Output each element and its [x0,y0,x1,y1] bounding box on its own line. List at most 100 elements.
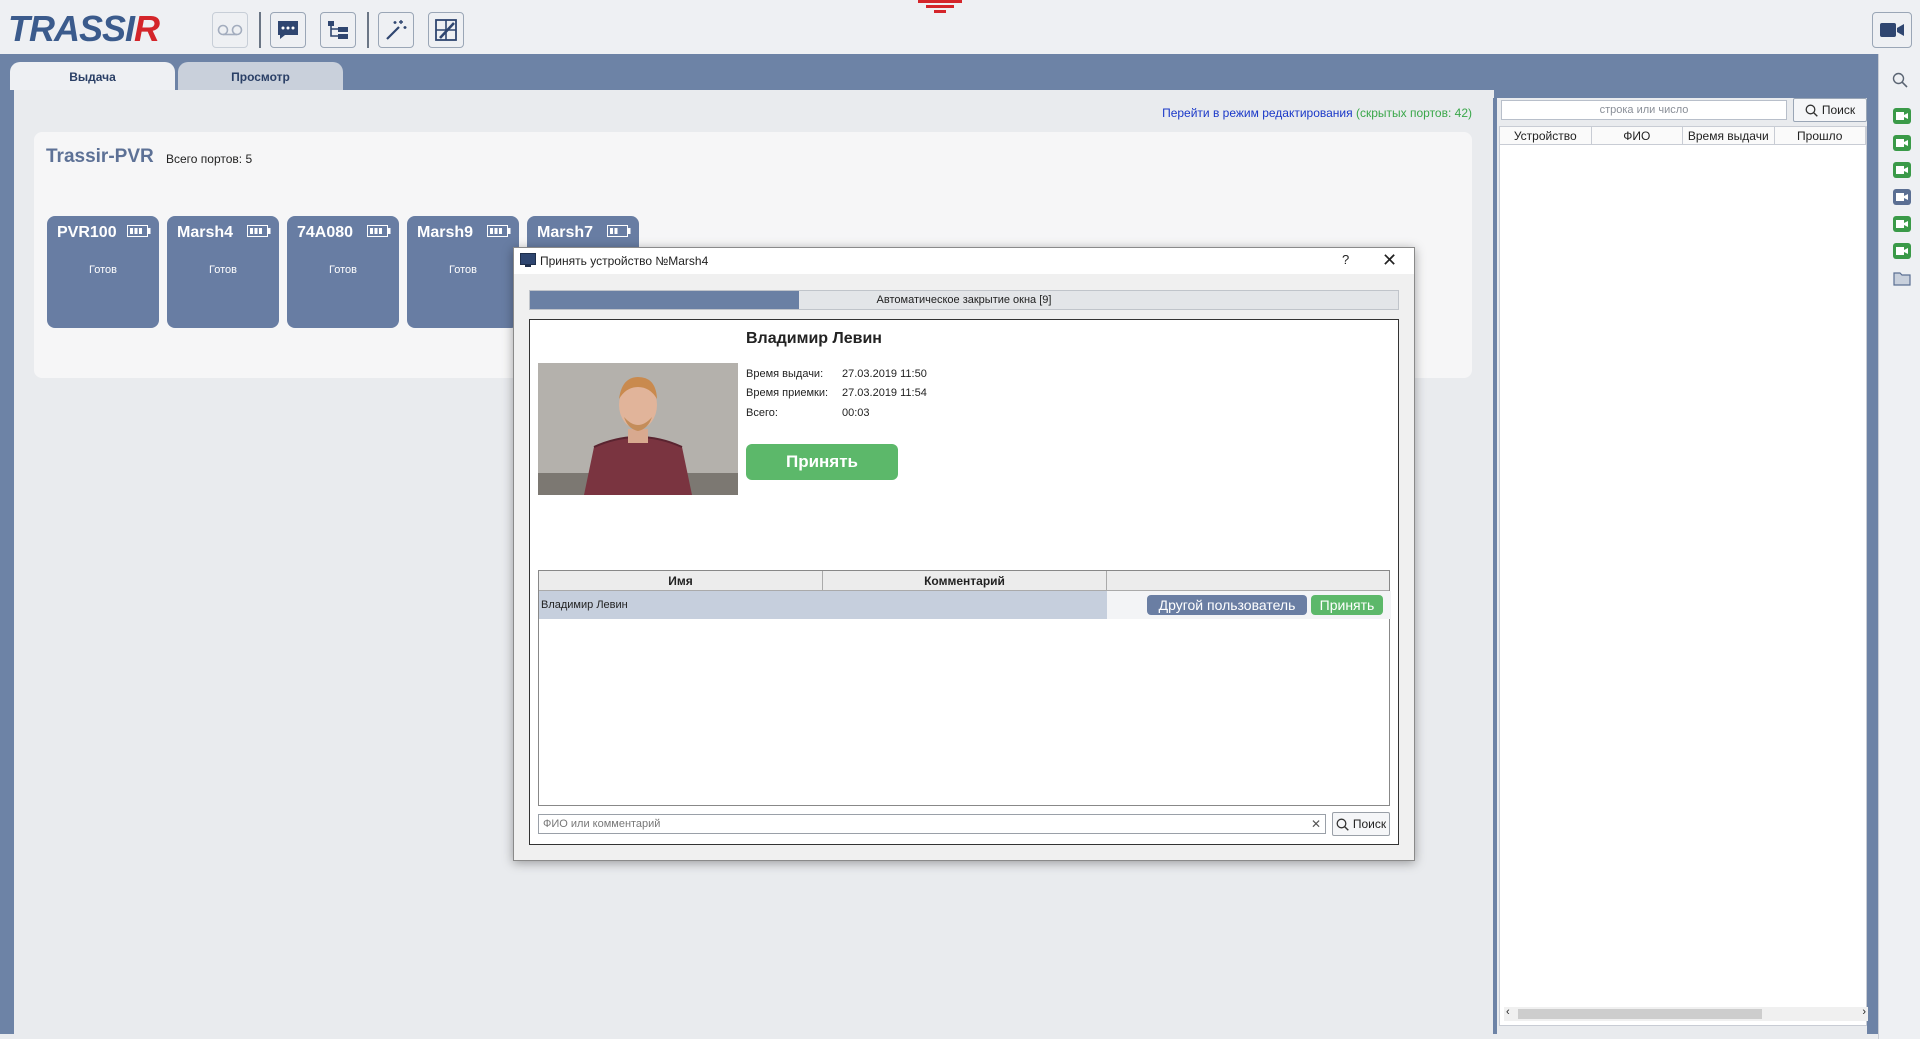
close-icon[interactable]: ✕ [1382,250,1397,271]
tree-icon [328,21,348,39]
tab-issue[interactable]: Выдача [10,62,175,92]
other-user-button[interactable]: Другой пользователь [1147,595,1307,615]
port-status: Готов [449,264,477,276]
camera-status-icon[interactable] [1893,108,1911,124]
column-header-issue-time[interactable]: Время выдачи [1683,127,1775,144]
user-search-placeholder: ФИО или комментарий [543,818,661,830]
video-camera-icon [1880,23,1904,37]
edit-mode-link-text[interactable]: Перейти в режим редактирования [1162,106,1353,120]
messages-button[interactable] [270,12,306,48]
port-tile[interactable]: Marsh4 Готов [167,216,279,328]
column-header-elapsed[interactable]: Прошло [1775,127,1866,144]
issued-table-header: Устройство ФИО Время выдачи Прошло [1500,127,1866,145]
row-user-name: Владимир Левин [541,599,628,611]
logo-text: TRASSI [8,8,135,49]
chat-icon [278,21,298,39]
port-status: Готов [209,264,237,276]
battery-icon [367,225,391,237]
dialog-title: Принять устройство №Marsh4 [540,254,709,268]
auto-close-text: Автоматическое закрытие окна [9] [876,294,1052,306]
magic-wand-icon [386,20,407,40]
port-name: Marsh7 [537,224,594,241]
port-tile[interactable]: 74A080 Готов [287,216,399,328]
battery-icon [127,225,151,237]
search-icon[interactable] [1892,72,1908,88]
users-table: Имя Комментарий Владимир Левин Другой по… [538,570,1391,806]
issued-devices-table: Устройство ФИО Время выдачи Прошло ‹ › [1499,126,1868,1026]
total-time-label: Всего: [746,407,778,419]
alarm-indicator-icon[interactable] [918,0,962,19]
port-tile[interactable]: PVR100 Готов [47,216,159,328]
hidden-ports-count: (скрытых портов: 42) [1355,106,1472,120]
scroll-right-icon[interactable]: › [1862,1006,1866,1018]
user-search-button[interactable]: Поиск [1332,812,1390,836]
monitor-icon [520,253,536,267]
search-icon [1336,818,1349,831]
voicemail-icon [217,24,243,36]
cameras-button[interactable] [1872,12,1912,48]
tab-view[interactable]: Просмотр [178,62,343,92]
port-name: PVR100 [57,224,117,241]
accept-time-value: 27.03.2019 11:54 [842,387,927,399]
user-search-label: Поиск [1352,817,1387,831]
layout-editor-button[interactable] [428,12,464,48]
accept-button[interactable]: Принять [746,444,898,480]
wizard-button[interactable] [378,12,414,48]
camera-status-icon[interactable] [1893,162,1911,178]
device-tree-button[interactable] [320,12,356,48]
layout-edit-icon [435,19,457,41]
column-header-name[interactable]: Имя [539,571,823,590]
battery-icon [247,225,271,237]
camera-status-icon[interactable] [1893,243,1911,259]
battery-icon [487,225,511,237]
user-photo [538,363,738,495]
accept-device-dialog: Принять устройство №Marsh4 ? ✕ Автоматич… [513,247,1415,861]
dialog-body: Владимир Левин Время выдачи: 27.03.2019 … [529,319,1399,845]
table-row[interactable]: Владимир Левин Другой пользователь Приня… [539,591,1391,619]
help-button[interactable]: ? [1342,252,1349,267]
issued-devices-panel: строка или число Поиск Устройство ФИО Вр… [1493,98,1868,1034]
camera-status-icon[interactable] [1893,216,1911,232]
user-name-heading: Владимир Левин [746,330,882,347]
dialog-titlebar[interactable]: Принять устройство №Marsh4 ? ✕ [514,248,1414,274]
horizontal-scrollbar[interactable]: ‹ › [1504,1006,1868,1021]
search-icon [1805,104,1818,117]
scroll-left-icon[interactable]: ‹ [1506,1006,1510,1018]
issue-time-value: 27.03.2019 11:50 [842,368,927,380]
row-accept-button[interactable]: Принять [1311,595,1383,615]
toolbar-divider [367,12,369,48]
port-name: Marsh9 [417,224,474,241]
pvr-title: Trassir-PVR [46,146,154,167]
port-name: 74A080 [297,224,354,241]
issued-search-input[interactable]: строка или число [1501,100,1787,120]
trassir-logo: TRASSIR [8,8,160,49]
auto-close-progress: Автоматическое закрытие окна [9] [529,290,1399,310]
column-header-comment[interactable]: Комментарий [823,571,1107,590]
toolbar-divider [259,12,261,48]
column-header-device[interactable]: Устройство [1500,127,1592,144]
column-header-actions [1107,571,1389,590]
top-toolbar: TRASSIR [0,0,1920,54]
total-time-value: 00:03 [842,407,870,419]
port-status: Готов [329,264,357,276]
column-header-name[interactable]: ФИО [1592,127,1683,144]
voicemail-button[interactable] [212,12,248,48]
scrollbar-thumb[interactable] [1518,1009,1762,1019]
camera-status-icon[interactable] [1893,135,1911,151]
issued-search-label: Поиск [1821,103,1856,117]
right-sidebar [1878,54,1920,1039]
folder-icon[interactable] [1893,270,1911,286]
users-table-header: Имя Комментарий [539,571,1389,591]
camera-status-icon[interactable] [1893,189,1911,205]
port-name: Marsh4 [177,224,234,241]
pvr-total-ports: Всего портов: 5 [166,152,253,166]
issued-search-button[interactable]: Поиск [1793,98,1867,122]
user-search-input[interactable]: ФИО или комментарий ✕ [538,814,1326,834]
clear-icon[interactable]: ✕ [1311,817,1321,831]
edit-mode-link[interactable]: Перейти в режим редактирования (скрытых … [1162,106,1472,120]
accept-time-label: Время приемки: [746,387,829,399]
port-status: Готов [89,264,117,276]
battery-empty-icon [607,225,631,237]
issue-time-label: Время выдачи: [746,368,824,380]
port-tile[interactable]: Marsh9 Готов [407,216,519,328]
